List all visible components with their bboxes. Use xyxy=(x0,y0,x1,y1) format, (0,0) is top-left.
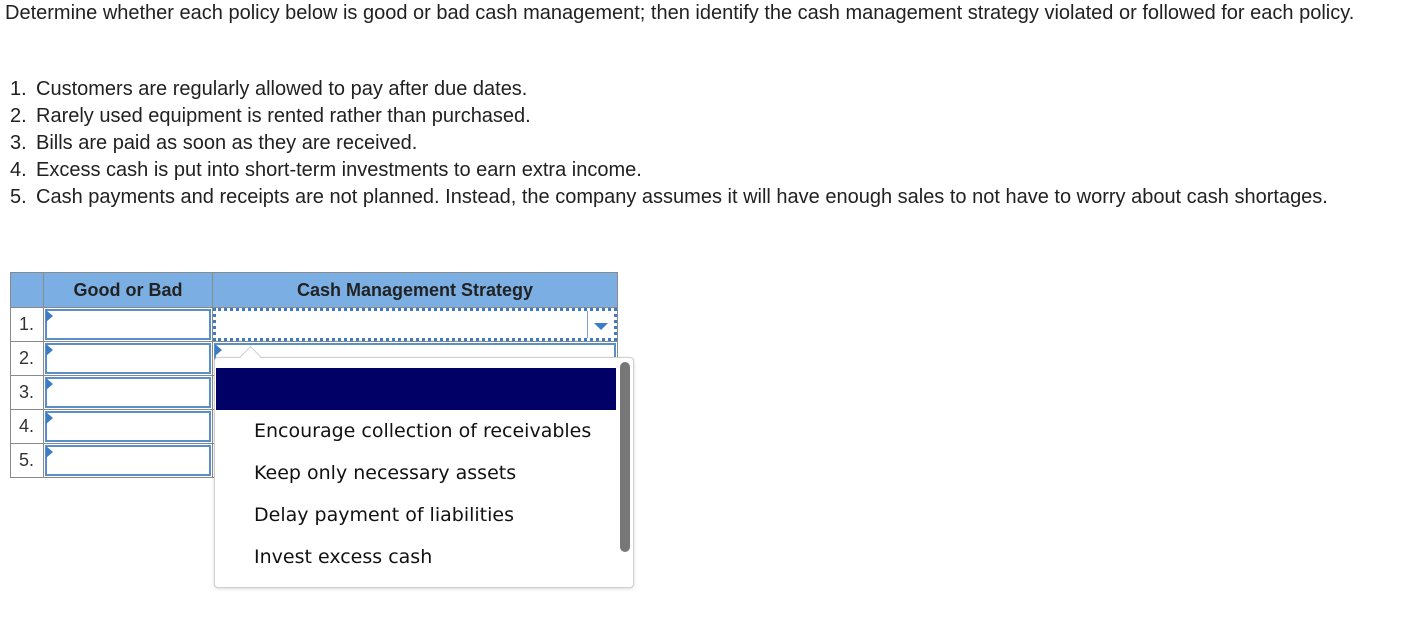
policy-number: 4. xyxy=(10,159,27,181)
policy-text: Cash payments and receipts are not plann… xyxy=(36,186,1328,208)
dropdown-option-blank[interactable] xyxy=(216,368,616,410)
dropdown-option[interactable]: Invest excess cash xyxy=(216,536,616,578)
chevron-down-icon[interactable] xyxy=(594,323,608,330)
policy-number: 2. xyxy=(10,105,27,127)
input-flag-icon xyxy=(46,412,53,424)
strategy-cell xyxy=(212,307,618,342)
input-flag-icon xyxy=(46,344,53,356)
policy-number: 5. xyxy=(10,186,27,208)
input-flag-icon xyxy=(215,344,222,356)
good-or-bad-input[interactable] xyxy=(45,445,211,476)
good-or-bad-cell xyxy=(43,341,213,376)
row-number: 1. xyxy=(10,307,44,342)
table-row: 1. xyxy=(10,307,618,342)
policy-item: 2. Rarely used equipment is rented rather… xyxy=(10,103,1400,130)
dropdown-scrollbar[interactable] xyxy=(620,362,630,552)
good-or-bad-input[interactable] xyxy=(45,377,211,408)
row-number: 5. xyxy=(10,443,44,478)
strategy-dropdown-menu: Encourage collection of receivables Keep… xyxy=(214,345,634,588)
policy-item: 4. Excess cash is put into short-term inv… xyxy=(10,157,1400,184)
dropdown-option[interactable]: Keep only necessary assets xyxy=(216,452,616,494)
policy-list: 1. Customers are regularly allowed to pay… xyxy=(10,76,1400,211)
row-number: 3. xyxy=(10,375,44,410)
good-or-bad-cell xyxy=(43,375,213,410)
instructions-text: Determine whether each policy below is g… xyxy=(5,2,1355,24)
good-or-bad-input[interactable] xyxy=(45,411,211,442)
header-blank xyxy=(10,272,44,308)
good-or-bad-cell xyxy=(43,307,213,342)
input-flag-icon xyxy=(46,378,53,390)
good-or-bad-input[interactable] xyxy=(45,343,211,374)
header-strategy: Cash Management Strategy xyxy=(212,272,618,308)
policy-number: 3. xyxy=(10,132,27,154)
select-divider xyxy=(587,311,588,338)
good-or-bad-cell xyxy=(43,409,213,444)
input-flag-icon xyxy=(46,446,53,458)
policy-text: Excess cash is put into short-term inves… xyxy=(36,159,642,181)
dropdown-option[interactable]: Encourage collection of receivables xyxy=(216,410,616,452)
good-or-bad-cell xyxy=(43,443,213,478)
policy-item: 3. Bills are paid as soon as they are rec… xyxy=(10,130,1400,157)
policy-item: 5. Cash payments and receipts are not pla… xyxy=(10,184,1400,211)
policy-number: 1. xyxy=(10,78,27,100)
row-number: 2. xyxy=(10,341,44,376)
policy-item: 1. Customers are regularly allowed to pay… xyxy=(10,76,1400,103)
dropdown-option[interactable]: Delay payment of liabilities xyxy=(216,494,616,536)
good-or-bad-input[interactable] xyxy=(45,309,211,340)
policy-text: Rarely used equipment is rented rather t… xyxy=(36,105,531,127)
input-flag-icon xyxy=(46,310,53,322)
header-good-or-bad: Good or Bad xyxy=(43,272,213,308)
policy-text: Customers are regularly allowed to pay a… xyxy=(36,78,528,100)
table-header-row: Good or Bad Cash Management Strategy xyxy=(10,272,618,308)
policy-text: Bills are paid as soon as they are recei… xyxy=(36,132,418,154)
strategy-select[interactable] xyxy=(213,308,617,341)
row-number: 4. xyxy=(10,409,44,444)
